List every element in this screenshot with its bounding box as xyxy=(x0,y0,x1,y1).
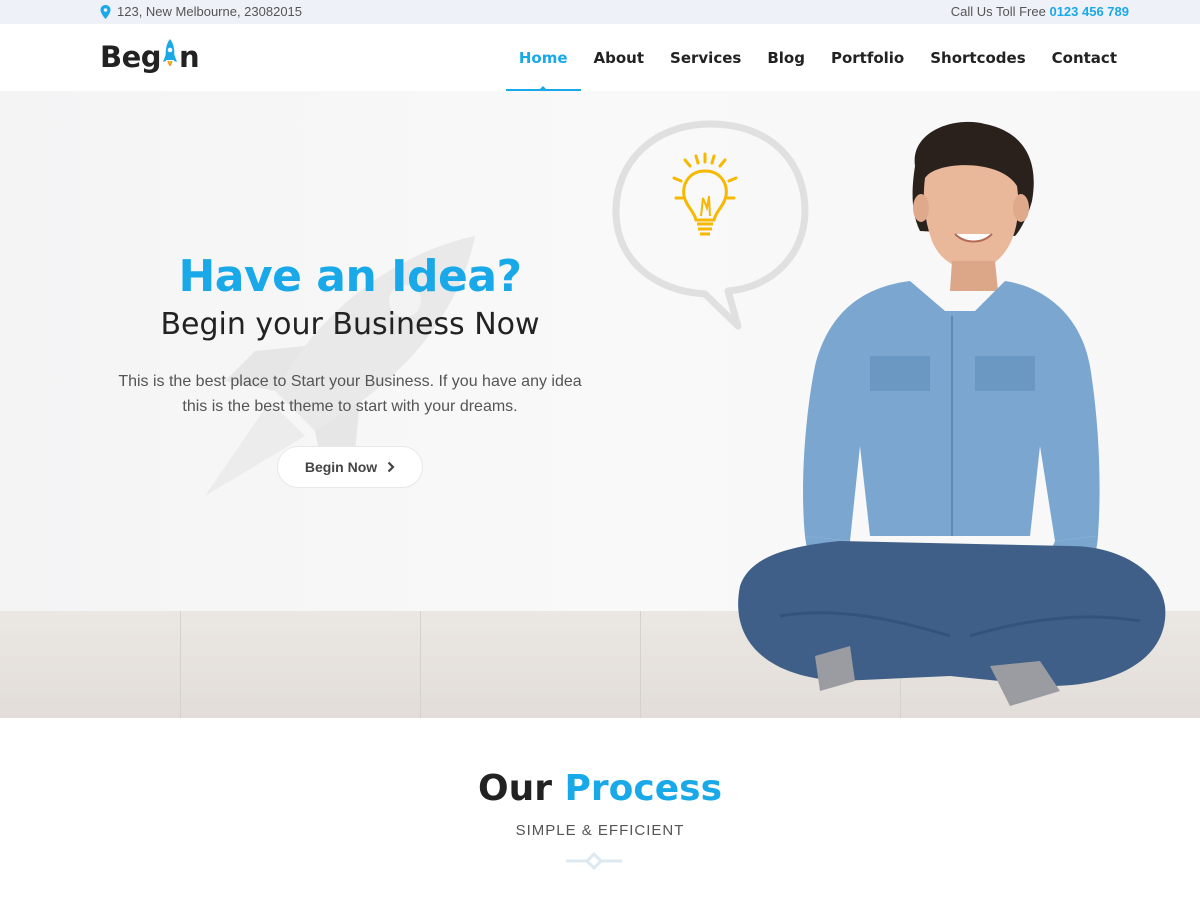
floor-seam xyxy=(640,611,641,718)
map-pin-icon xyxy=(100,4,111,19)
nav-item-about[interactable]: About xyxy=(581,24,658,91)
nav-item-home[interactable]: Home xyxy=(505,24,581,91)
main-nav: Home About Services Blog Portfolio Short… xyxy=(505,24,1130,91)
nav-item-shortcodes[interactable]: Shortcodes xyxy=(917,24,1038,91)
site-logo[interactable]: Beg n xyxy=(100,37,200,77)
hero-description: This is the best place to Start your Bus… xyxy=(100,369,600,419)
hero-description-line: this is the best theme to start with you… xyxy=(182,398,518,415)
rocket-icon xyxy=(163,39,178,66)
logo-text-start: Beg xyxy=(100,40,162,74)
logo-text-end: n xyxy=(179,40,200,74)
top-info-bar: 123, New Melbourne, 23082015 Call Us Tol… xyxy=(0,0,1200,24)
hero-banner: Have an Idea? Begin your Business Now Th… xyxy=(0,91,1200,718)
process-heading-dark: Our xyxy=(477,768,552,809)
call-info: Call Us Toll Free 0123 456 789 xyxy=(951,4,1129,19)
site-header: Beg n Home About Services Blog Portfolio… xyxy=(0,24,1200,91)
nav-item-blog[interactable]: Blog xyxy=(754,24,818,91)
hero-title: Have an Idea? xyxy=(178,251,522,302)
nav-item-contact[interactable]: Contact xyxy=(1039,24,1130,91)
call-label: Call Us Toll Free xyxy=(950,4,1046,19)
process-heading-accent: Process xyxy=(564,768,723,809)
man-sitting-photo xyxy=(738,121,1166,706)
process-heading: Our Process xyxy=(0,768,1200,809)
nav-item-portfolio[interactable]: Portfolio xyxy=(818,24,917,91)
diamond-divider-icon xyxy=(566,852,622,870)
phone-number[interactable]: 0123 456 789 xyxy=(1049,4,1129,19)
hero-subtitle: Begin your Business Now xyxy=(160,307,540,342)
address-info: 123, New Melbourne, 23082015 xyxy=(100,4,302,19)
begin-now-button[interactable]: Begin Now xyxy=(277,446,423,488)
process-subtitle: SIMPLE & EFFICIENT xyxy=(515,822,685,839)
floor-seam xyxy=(180,611,181,718)
address-text: 123, New Melbourne, 23082015 xyxy=(117,4,303,19)
nav-item-services[interactable]: Services xyxy=(657,24,754,91)
begin-now-label: Begin Now xyxy=(304,459,378,475)
floor-seam xyxy=(420,611,421,718)
hero-description-line: This is the best place to Start your Bus… xyxy=(118,373,582,390)
chevron-right-icon xyxy=(387,461,395,473)
